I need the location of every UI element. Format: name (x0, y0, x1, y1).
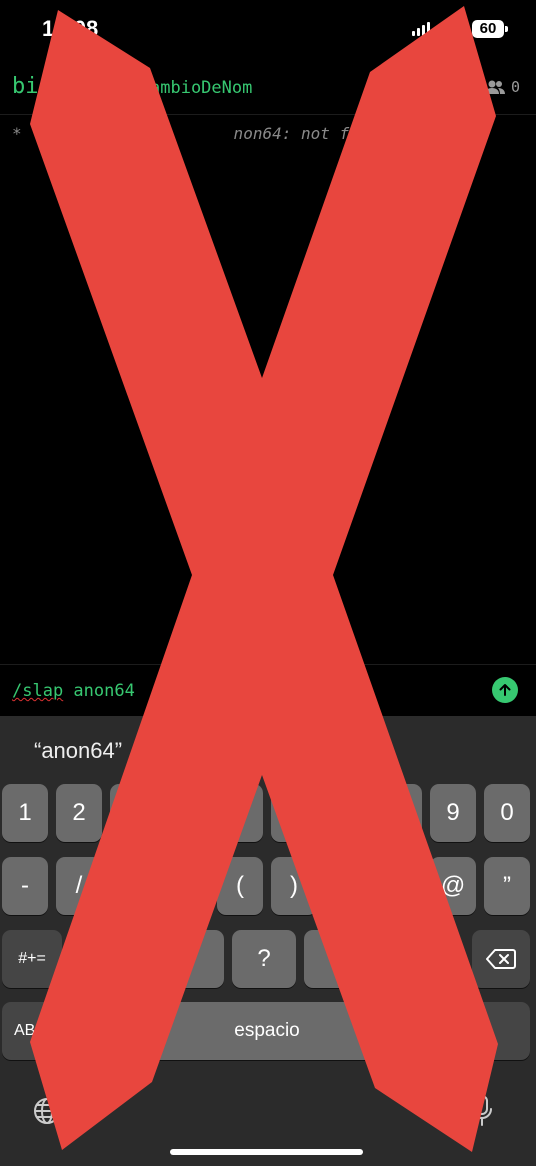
key-open-paren[interactable]: ( (217, 857, 263, 915)
key-slash[interactable]: / (56, 857, 102, 915)
key-1[interactable]: 1 (2, 784, 48, 842)
key-4[interactable] (164, 784, 210, 842)
globe-icon[interactable] (32, 1096, 62, 1126)
user-list-button[interactable]: 0 (484, 78, 520, 96)
status-time: 12:08 (42, 16, 99, 41)
key-more-symbols[interactable]: #+= (2, 930, 62, 988)
input-command: /slap (12, 681, 64, 701)
arrow-up-icon (499, 684, 511, 696)
message-log[interactable]: * non64: not found * (0, 114, 536, 664)
send-button[interactable] (492, 677, 518, 703)
home-indicator[interactable] (170, 1149, 363, 1155)
channel-header: bi ambioDeNom 0 (0, 62, 536, 115)
key-quote[interactable]: ” (484, 857, 530, 915)
space-bar[interactable]: espacio (130, 1002, 404, 1060)
key-ampersand[interactable] (376, 857, 422, 915)
autocorrect-suggestion[interactable]: “anon64” (34, 738, 122, 764)
key-0[interactable]: 0 (484, 784, 530, 842)
signal-icon (412, 20, 432, 36)
key-semicolon[interactable] (164, 857, 210, 915)
key-period[interactable] (84, 930, 144, 988)
input-argument: anon64 (63, 681, 135, 701)
key-apostrophe[interactable] (376, 930, 442, 988)
channel-name[interactable]: bi (12, 74, 39, 99)
message-input[interactable]: /slap anon64 (12, 681, 135, 701)
battery-icon: 60 (472, 20, 508, 38)
return-button[interactable] (412, 1002, 530, 1060)
key-close-paren[interactable]: ) (271, 857, 317, 915)
message-input-bar[interactable]: /slap anon64 (0, 664, 536, 717)
microphone-icon[interactable] (470, 1094, 494, 1128)
key-at[interactable]: @ (430, 857, 476, 915)
system-message: * non64: not found * (12, 124, 407, 143)
key-exclamation[interactable] (304, 930, 368, 988)
abc-button[interactable]: AB (2, 1002, 122, 1060)
status-bar: 12:08 60 (0, 0, 536, 60)
channel-topic: ambioDeNom (150, 78, 253, 98)
key-question[interactable]: ? (232, 930, 296, 988)
key-6[interactable] (271, 784, 317, 842)
key-hyphen[interactable]: - (2, 857, 48, 915)
backspace-icon (486, 949, 516, 969)
key-2[interactable]: 2 (56, 784, 102, 842)
key-5[interactable] (217, 784, 263, 842)
key-8[interactable] (376, 784, 422, 842)
key-9[interactable]: 9 (430, 784, 476, 842)
users-icon (484, 80, 505, 94)
backspace-button[interactable] (472, 930, 530, 988)
key-comma[interactable] (158, 930, 224, 988)
user-count: 0 (510, 78, 520, 96)
key-3[interactable] (110, 784, 156, 842)
